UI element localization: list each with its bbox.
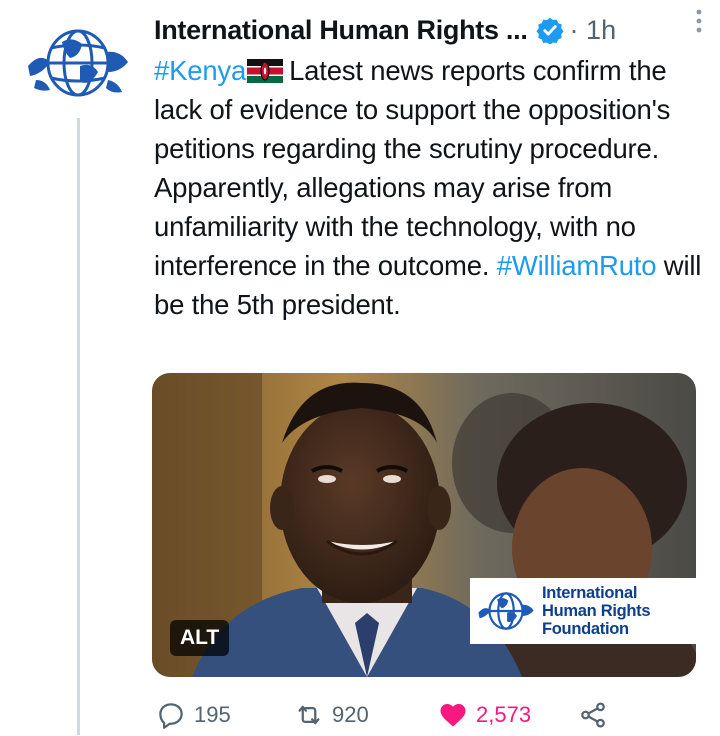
reply-button[interactable]: 195 bbox=[156, 700, 231, 730]
action-bar: 195 920 2,573 bbox=[152, 700, 712, 736]
hashtag-williamruto[interactable]: #WilliamRuto bbox=[497, 250, 657, 281]
globe-logo-icon bbox=[478, 592, 534, 630]
like-count: 2,573 bbox=[476, 702, 532, 727]
watermark-line-3: Foundation bbox=[542, 620, 629, 638]
tweet-header: International Human Rights ... · 1h bbox=[154, 10, 704, 50]
watermark-line-1: International bbox=[542, 584, 638, 602]
tweet-time[interactable]: 1h bbox=[586, 15, 616, 45]
watermark-line-2: Human Rights bbox=[542, 602, 651, 620]
tweet-text: #Kenya Latest news reports confirm the l… bbox=[154, 51, 704, 324]
alt-text-button[interactable]: ALT bbox=[170, 620, 230, 656]
heart-filled-icon bbox=[440, 704, 466, 727]
globe-logo-icon bbox=[28, 29, 128, 97]
share-icon bbox=[581, 702, 605, 728]
reply-count: 195 bbox=[194, 702, 231, 727]
retweet-count: 920 bbox=[332, 702, 369, 727]
tweet-photo[interactable]: ALT International Human Rights Foundatio… bbox=[152, 373, 696, 677]
avatar[interactable] bbox=[20, 22, 136, 104]
hashtag-kenya[interactable]: #Kenya bbox=[154, 55, 246, 86]
tweet-text-part-1: Latest news reports confirm the lack of … bbox=[154, 55, 671, 281]
watermark-logo: International Human Rights Foundation bbox=[470, 578, 696, 644]
kenya-flag-icon bbox=[247, 59, 284, 83]
reply-icon bbox=[159, 703, 183, 729]
thread-line bbox=[77, 118, 80, 735]
share-button[interactable] bbox=[578, 700, 608, 730]
retweet-button[interactable]: 920 bbox=[294, 700, 369, 730]
like-button[interactable]: 2,573 bbox=[438, 700, 531, 730]
retweet-icon bbox=[298, 705, 320, 725]
verified-badge-icon bbox=[535, 17, 564, 44]
separator-dot: · bbox=[569, 14, 579, 45]
author-name[interactable]: International Human Rights ... bbox=[154, 15, 528, 46]
more-options-icon[interactable] bbox=[694, 8, 704, 34]
